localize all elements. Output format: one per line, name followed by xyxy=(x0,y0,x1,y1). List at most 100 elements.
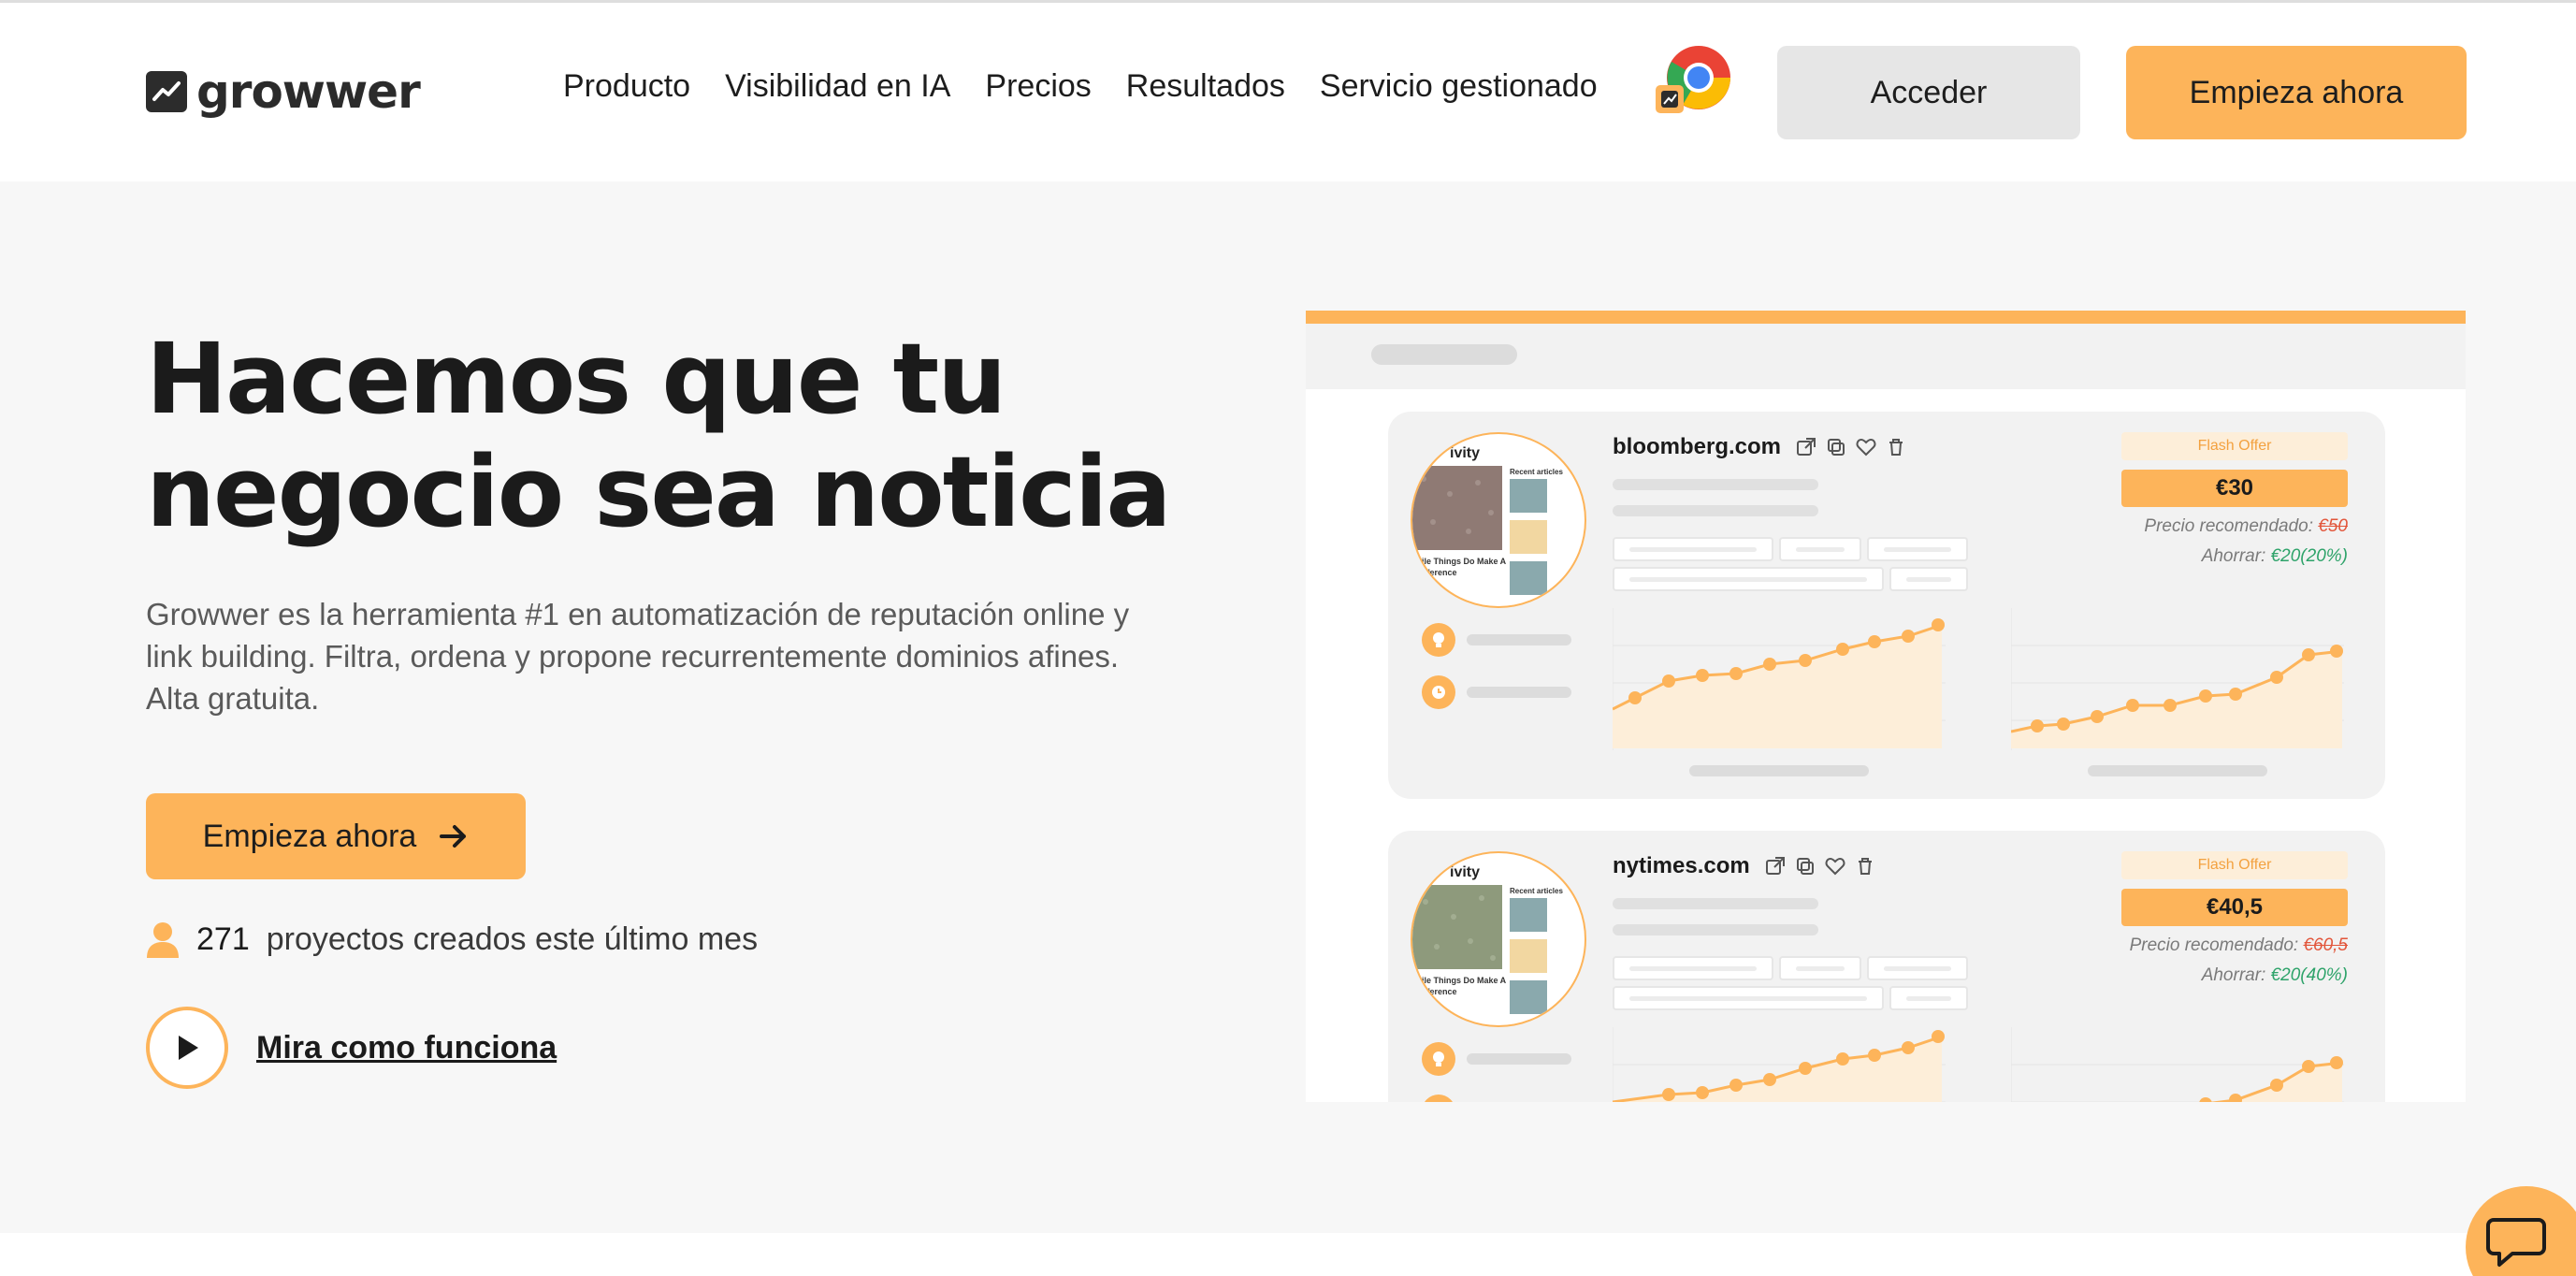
trend-point xyxy=(1902,1041,1915,1054)
projects-label: proyectos creados este último mes xyxy=(266,921,759,957)
trend-point xyxy=(2199,1097,2212,1102)
domain-header: bloomberg.com xyxy=(1613,434,1906,460)
recommended-label: Precio recomendado: xyxy=(2144,516,2314,536)
trash-icon[interactable] xyxy=(1855,856,1875,877)
logo[interactable]: growwer xyxy=(146,65,421,119)
thumbnail-image xyxy=(1412,885,1502,969)
trend-point xyxy=(1763,658,1776,671)
placeholder-field-line xyxy=(1884,966,1951,971)
chrome-icon[interactable] xyxy=(1656,44,1730,119)
external-link-icon[interactable] xyxy=(1796,437,1816,457)
savings-label: Ahorrar: xyxy=(2201,546,2266,566)
projects-created: 271 proyectos creados este último mes xyxy=(146,921,758,958)
placeholder-field xyxy=(1613,537,1773,561)
trend-point xyxy=(1729,667,1743,680)
placeholder-field-line xyxy=(1629,547,1757,552)
thumbnail-image xyxy=(1412,466,1502,550)
trend-point xyxy=(2057,718,2070,731)
trend-chart xyxy=(1613,1027,1946,1102)
trend-point xyxy=(2330,645,2343,658)
heart-icon[interactable] xyxy=(1856,437,1876,457)
thumbnail-caption: ile Things Do Make A ifference xyxy=(1422,557,1506,577)
trend-point xyxy=(1868,635,1881,648)
placeholder-field xyxy=(1889,986,1968,1010)
next-section-edge xyxy=(0,1233,2576,1276)
offer-price[interactable]: €40,5 xyxy=(2121,889,2348,926)
placeholder-field xyxy=(1613,956,1773,980)
placeholder-line xyxy=(1613,505,1818,516)
trend-point xyxy=(1836,643,1849,656)
nav-item-producto[interactable]: Producto xyxy=(563,68,690,105)
heart-icon[interactable] xyxy=(1825,856,1845,877)
placeholder-field-line xyxy=(1796,966,1845,971)
product-preview: ivity Recent articles ile Things Do Make… xyxy=(1306,311,2466,1102)
copy-icon[interactable] xyxy=(1795,856,1816,877)
logo-text: growwer xyxy=(196,65,421,119)
thumbnail-title: ivity xyxy=(1450,445,1481,461)
chart-trend-icon xyxy=(146,71,187,112)
site-header: growwer Producto Visibilidad en IA Preci… xyxy=(0,3,2576,181)
nav-item-visibilidad-ia[interactable]: Visibilidad en IA xyxy=(725,68,950,105)
flash-offer-badge: Flash Offer xyxy=(2121,432,2348,460)
trend-point xyxy=(2229,1094,2242,1102)
savings-label: Ahorrar: xyxy=(2201,965,2266,985)
placeholder-field-line xyxy=(1629,966,1757,971)
trend-point xyxy=(2270,1079,2283,1092)
arrow-right-icon xyxy=(440,825,467,848)
nav-item-resultados[interactable]: Resultados xyxy=(1126,68,1285,105)
thumbnail-square xyxy=(1510,479,1547,513)
savings: Ahorrar: €20(40%) xyxy=(2202,965,2348,986)
trend-point xyxy=(2126,699,2139,712)
watch-video-label[interactable]: Mira como funciona xyxy=(256,1030,557,1066)
trend-point xyxy=(2164,699,2177,712)
trend-chart xyxy=(2011,1027,2344,1102)
lightbulb-icon xyxy=(1422,623,1455,657)
placeholder-field xyxy=(1867,956,1968,980)
domain-card: ivity Recent articles ile Things Do Make… xyxy=(1388,831,2385,1102)
offer-price[interactable]: €30 xyxy=(2121,470,2348,507)
placeholder-line xyxy=(1613,479,1818,490)
copy-icon[interactable] xyxy=(1826,437,1846,457)
start-now-button[interactable]: Empieza ahora xyxy=(2126,46,2467,139)
placeholder-line xyxy=(1467,634,1571,645)
placeholder-line xyxy=(1613,898,1818,909)
trash-icon[interactable] xyxy=(1886,437,1906,457)
trend-point xyxy=(1902,630,1915,643)
trend-chart xyxy=(2011,608,2344,750)
nav-item-precios[interactable]: Precios xyxy=(985,68,1091,105)
lightbulb-icon xyxy=(1422,1042,1455,1076)
recommended-label: Precio recomendado: xyxy=(2129,935,2299,955)
chat-button[interactable] xyxy=(2466,1186,2576,1276)
trend-point xyxy=(1868,1049,1881,1062)
projects-count: 271 xyxy=(196,921,250,957)
hero-title: Hacemos que tu negocio sea noticia xyxy=(146,323,1175,549)
placeholder-field xyxy=(1867,537,1968,561)
trend-point xyxy=(1932,1030,1945,1043)
nav-item-servicio-gestionado[interactable]: Servicio gestionado xyxy=(1320,68,1598,105)
trend-point xyxy=(1696,669,1709,682)
domain-name[interactable]: bloomberg.com xyxy=(1613,434,1781,460)
trend-area xyxy=(2221,1063,2342,1102)
watch-video-link[interactable]: Mira como funciona xyxy=(146,1007,557,1089)
domain-name[interactable]: nytimes.com xyxy=(1613,853,1750,879)
clock-icon xyxy=(1422,1095,1455,1102)
trend-point xyxy=(1662,1088,1675,1101)
main-nav: Producto Visibilidad en IA Precios Resul… xyxy=(563,68,1632,105)
thumbnail-square xyxy=(1510,520,1547,554)
login-button[interactable]: Acceder xyxy=(1777,46,2080,139)
trend-point xyxy=(2031,719,2044,732)
placeholder-field-line xyxy=(1906,577,1951,582)
trend-point xyxy=(2302,1060,2315,1073)
recommended-old-price: €60,5 xyxy=(2303,935,2348,955)
placeholder-field-line xyxy=(1906,996,1951,1001)
trend-point xyxy=(1763,1073,1776,1086)
trend-point xyxy=(1799,1062,1812,1075)
preview-top-bar xyxy=(1306,311,2466,324)
savings-amount: €20(20%) xyxy=(2270,546,2348,566)
external-link-icon[interactable] xyxy=(1765,856,1786,877)
hero-start-button[interactable]: Empieza ahora xyxy=(146,793,526,879)
trend-point xyxy=(1799,654,1812,667)
placeholder-line xyxy=(1467,687,1571,698)
play-icon[interactable] xyxy=(146,1007,228,1089)
placeholder-field-line xyxy=(1884,547,1951,552)
